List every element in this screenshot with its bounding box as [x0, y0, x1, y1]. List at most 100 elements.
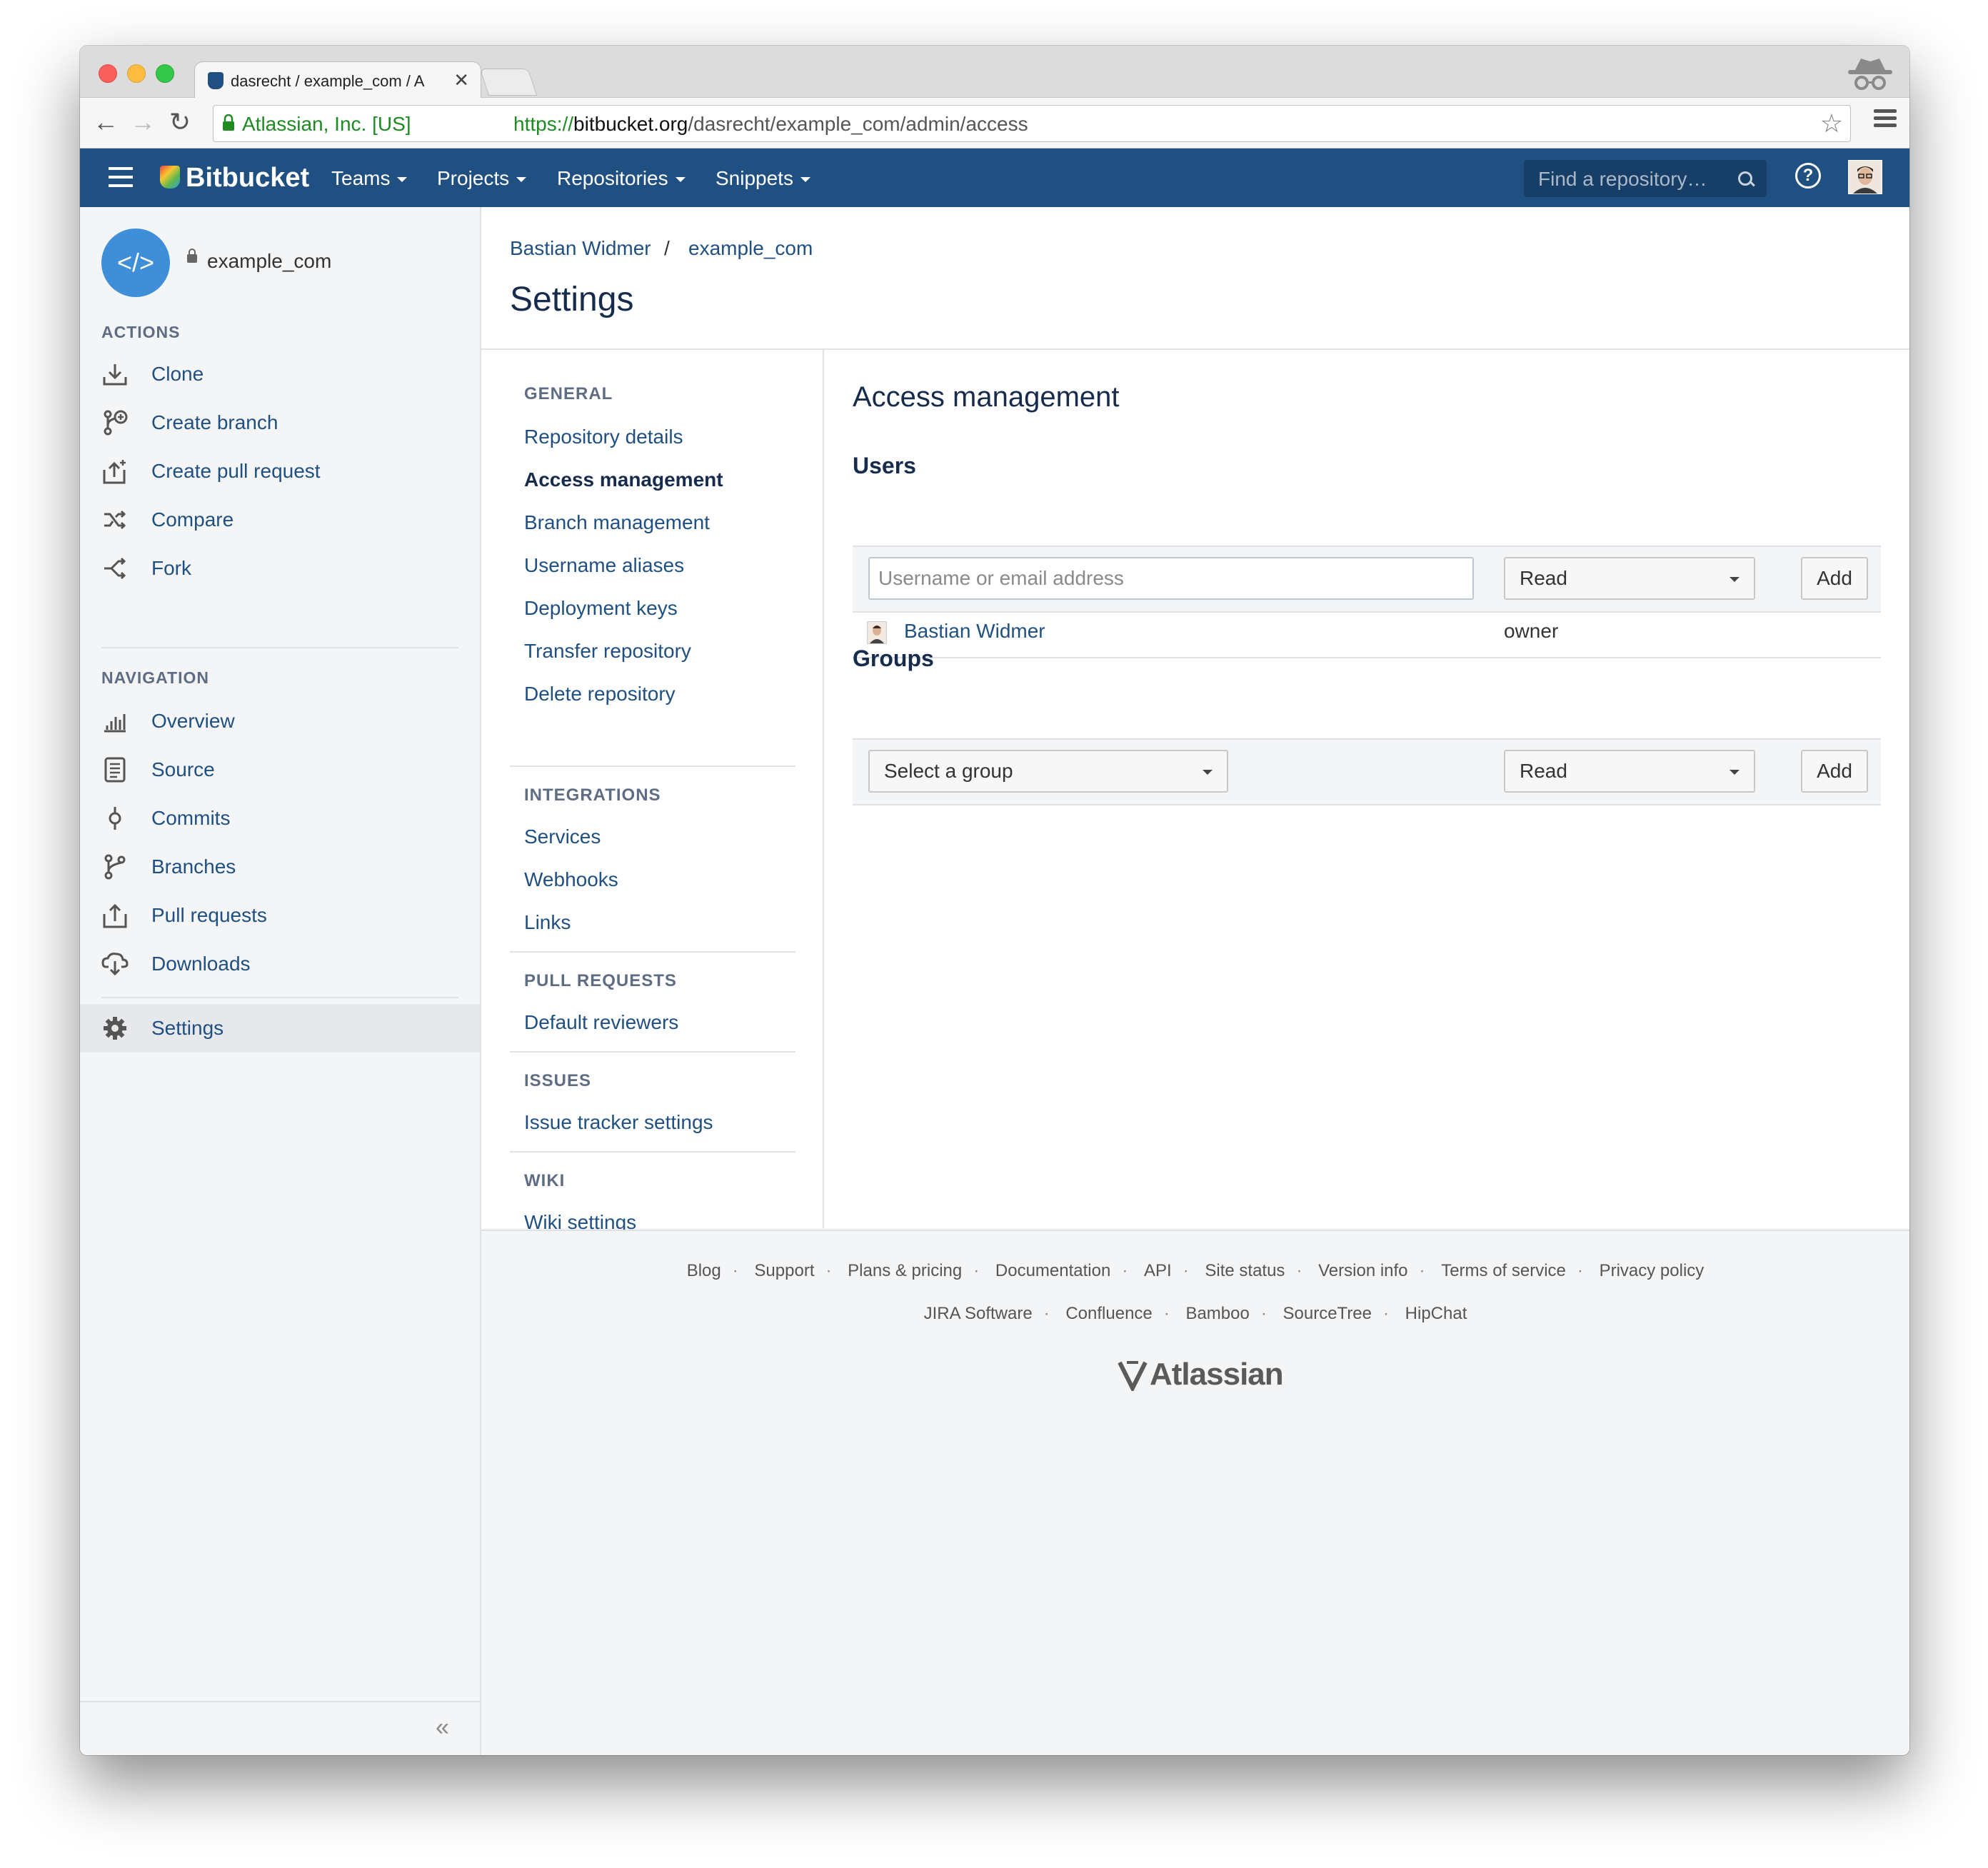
- chevron-down-icon: [800, 177, 810, 183]
- settings-item-branch-management[interactable]: Branch management: [524, 511, 710, 534]
- settings-item-links[interactable]: Links: [524, 911, 571, 934]
- wiki-heading: WIKI: [524, 1171, 566, 1190]
- minimize-window-button[interactable]: [127, 64, 146, 83]
- nav-projects[interactable]: Projects: [437, 167, 527, 190]
- pull-requests-heading: PULL REQUESTS: [524, 971, 677, 990]
- username-input[interactable]: Username or email address: [868, 557, 1474, 600]
- commits-icon: [109, 807, 121, 830]
- footer-link-jira[interactable]: JIRA Software: [924, 1304, 1033, 1323]
- bookmark-star-icon[interactable]: ☆: [1820, 109, 1843, 139]
- new-tab-button[interactable]: [479, 69, 538, 96]
- repository-search-input[interactable]: Find a repository…: [1524, 160, 1767, 197]
- tab-title: dasrecht / example_com / A: [231, 72, 425, 90]
- footer-link-documentation[interactable]: Documentation: [995, 1261, 1110, 1280]
- add-group-button[interactable]: Add: [1801, 750, 1868, 793]
- downloads-icon: [101, 953, 129, 976]
- footer-links-primary: Blog · Support · Plans & pricing · Document…: [686, 1261, 1705, 1280]
- settings-nav-divider: [510, 951, 795, 953]
- settings-item-delete-repository[interactable]: Delete repository: [524, 683, 676, 705]
- repository-avatar[interactable]: </>: [101, 229, 170, 297]
- breadcrumb-separator: /: [664, 237, 670, 259]
- chevron-down-icon: [1203, 770, 1213, 775]
- footer-link-plans[interactable]: Plans & pricing: [848, 1261, 962, 1280]
- sidebar-item-downloads[interactable]: Downloads: [80, 940, 480, 988]
- repository-sidebar: </> example_com ACTIONS Clone Create bra…: [80, 207, 481, 1755]
- group-permission-select[interactable]: Read: [1504, 750, 1755, 793]
- sidebar-item-create-branch[interactable]: Create branch: [80, 398, 480, 447]
- sidebar-item-create-pull-request[interactable]: Create pull request: [80, 447, 480, 496]
- incognito-icon: [1848, 59, 1892, 90]
- settings-nav-divider: [510, 1051, 795, 1053]
- sidebar-item-commits[interactable]: Commits: [80, 794, 480, 843]
- breadcrumb-repo[interactable]: example_com: [688, 237, 813, 260]
- settings-item-access-management[interactable]: Access management: [524, 468, 723, 491]
- user-link[interactable]: Bastian Widmer: [904, 620, 1045, 643]
- group-select[interactable]: Select a group: [868, 750, 1228, 793]
- user-avatar[interactable]: [1848, 160, 1882, 194]
- settings-item-transfer-repository[interactable]: Transfer repository: [524, 640, 691, 663]
- sidebar-item-pull-requests[interactable]: Pull requests: [80, 891, 480, 940]
- sidebar-divider: [101, 997, 458, 998]
- fork-icon: [104, 557, 126, 580]
- navigation-heading: NAVIGATION: [101, 668, 209, 687]
- compare-icon: [104, 510, 126, 530]
- reload-button[interactable]: ↻: [166, 108, 194, 136]
- sidebar-item-overview[interactable]: Overview: [80, 697, 480, 745]
- footer-link-hipchat[interactable]: HipChat: [1405, 1304, 1467, 1323]
- repository-name[interactable]: example_com: [207, 250, 331, 273]
- hamburger-menu-icon[interactable]: [109, 167, 133, 187]
- settings-item-issue-tracker[interactable]: Issue tracker settings: [524, 1111, 713, 1134]
- settings-nav-divider: [510, 1151, 795, 1153]
- footer-link-site-status[interactable]: Site status: [1205, 1261, 1285, 1280]
- nav-teams[interactable]: Teams: [331, 167, 408, 190]
- secure-lock-icon: [223, 114, 234, 131]
- back-button[interactable]: ←: [91, 108, 120, 136]
- url-text: https://bitbucket.org/dasrecht/example_c…: [513, 113, 1028, 135]
- nav-snippets[interactable]: Snippets: [716, 167, 810, 190]
- sidebar-item-source[interactable]: Source: [80, 745, 480, 794]
- footer-link-support[interactable]: Support: [754, 1261, 814, 1280]
- overview-icon: [104, 714, 126, 733]
- sidebar-item-fork[interactable]: Fork: [80, 544, 480, 593]
- breadcrumb-owner[interactable]: Bastian Widmer: [510, 237, 651, 260]
- footer: Blog · Support · Plans & pricing · Document…: [481, 1230, 1909, 1755]
- footer-link-bamboo[interactable]: Bamboo: [1185, 1304, 1249, 1323]
- footer-link-version-info[interactable]: Version info: [1318, 1261, 1407, 1280]
- settings-item-username-aliases[interactable]: Username aliases: [524, 554, 684, 577]
- footer-link-sourcetree[interactable]: SourceTree: [1283, 1304, 1372, 1323]
- settings-item-services[interactable]: Services: [524, 825, 601, 848]
- settings-item-default-reviewers[interactable]: Default reviewers: [524, 1011, 678, 1034]
- sidebar-item-branches[interactable]: Branches: [80, 843, 480, 891]
- footer-link-api[interactable]: API: [1144, 1261, 1172, 1280]
- add-user-button[interactable]: Add: [1801, 557, 1868, 600]
- groups-heading: Groups: [853, 646, 934, 671]
- source-icon: [104, 757, 126, 783]
- sidebar-item-settings[interactable]: Settings: [80, 1004, 480, 1053]
- maximize-window-button[interactable]: [156, 64, 174, 83]
- browser-tab[interactable]: dasrecht / example_com / A ✕: [194, 61, 481, 99]
- search-icon: [1738, 171, 1752, 186]
- forward-button[interactable]: →: [129, 108, 157, 136]
- close-window-button[interactable]: [99, 64, 117, 83]
- footer-link-confluence[interactable]: Confluence: [1065, 1304, 1152, 1323]
- collapse-sidebar-button[interactable]: «: [436, 1714, 449, 1742]
- footer-link-privacy[interactable]: Privacy policy: [1600, 1261, 1705, 1280]
- footer-link-blog[interactable]: Blog: [687, 1261, 721, 1280]
- sidebar-item-clone[interactable]: Clone: [80, 350, 480, 398]
- user-role: owner: [1504, 620, 1559, 642]
- settings-item-webhooks[interactable]: Webhooks: [524, 868, 618, 891]
- tab-close-icon[interactable]: ✕: [453, 69, 469, 91]
- sidebar-item-compare[interactable]: Compare: [80, 496, 480, 544]
- address-bar[interactable]: Atlassian, Inc. [US] https://bitbucket.o…: [213, 105, 1851, 142]
- footer-link-terms[interactable]: Terms of service: [1441, 1261, 1566, 1280]
- nav-repositories[interactable]: Repositories: [557, 167, 686, 190]
- access-management-panel: Access management Users Username or emai…: [824, 350, 1909, 1228]
- settings-item-repository-details[interactable]: Repository details: [524, 426, 683, 448]
- user-avatar: [867, 621, 887, 644]
- chevron-down-icon: [397, 177, 408, 183]
- user-permission-select[interactable]: Read: [1504, 557, 1755, 600]
- browser-menu-icon[interactable]: [1874, 109, 1897, 128]
- settings-item-deployment-keys[interactable]: Deployment keys: [524, 597, 678, 620]
- help-icon[interactable]: ?: [1795, 163, 1821, 189]
- bitbucket-header: Bitbucket Teams Projects Repositories Sn…: [80, 149, 1909, 207]
